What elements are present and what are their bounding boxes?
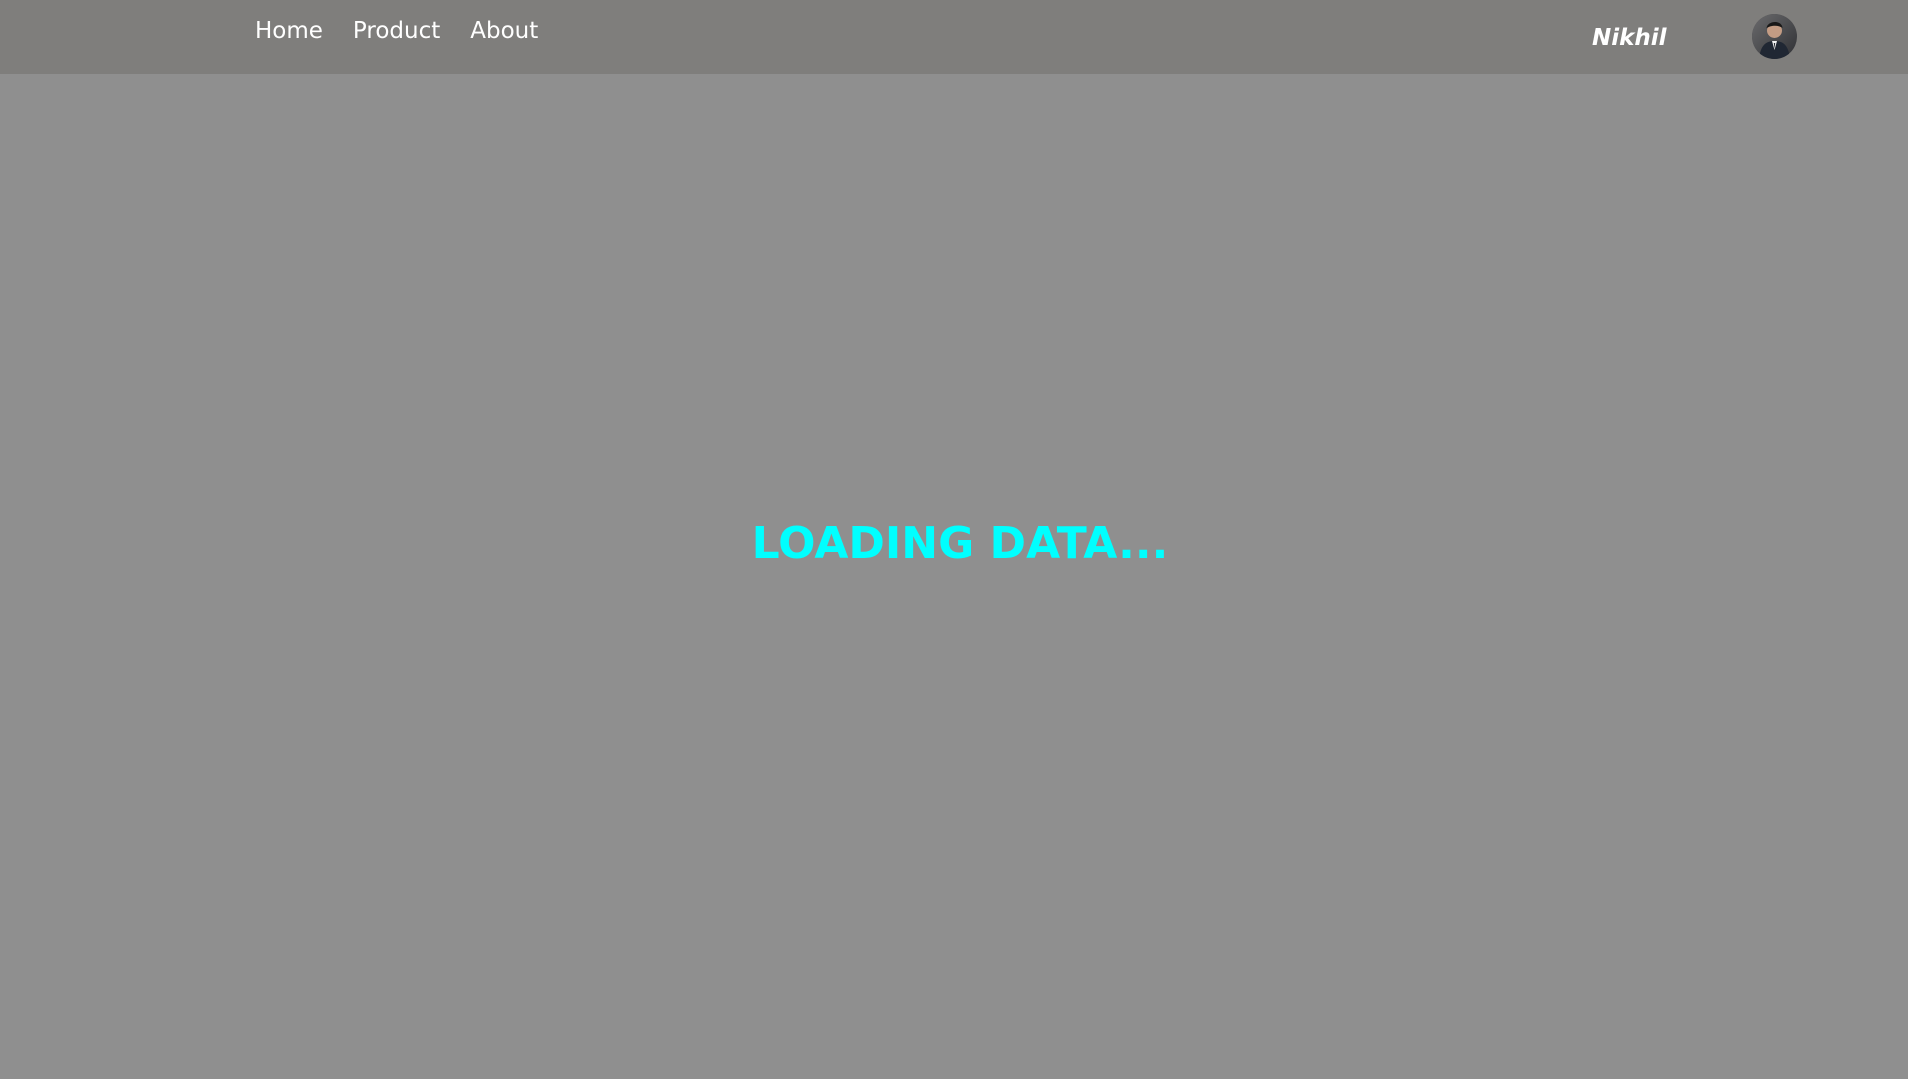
- user-name: Nikhil: [1592, 25, 1667, 51]
- nav-link-about[interactable]: About: [470, 14, 538, 48]
- loading-message: LOADING DATA...: [751, 518, 1169, 569]
- top-navbar: Home Product About Nikhil: [0, 0, 1908, 74]
- nav-link-product[interactable]: Product: [353, 14, 440, 48]
- main-content: LOADING DATA...: [0, 74, 1908, 1079]
- user-avatar[interactable]: [1752, 14, 1797, 59]
- user-photo-avatar-icon: [1752, 14, 1797, 59]
- nav-link-home[interactable]: Home: [255, 14, 323, 48]
- primary-navigation: Home Product About: [255, 14, 538, 48]
